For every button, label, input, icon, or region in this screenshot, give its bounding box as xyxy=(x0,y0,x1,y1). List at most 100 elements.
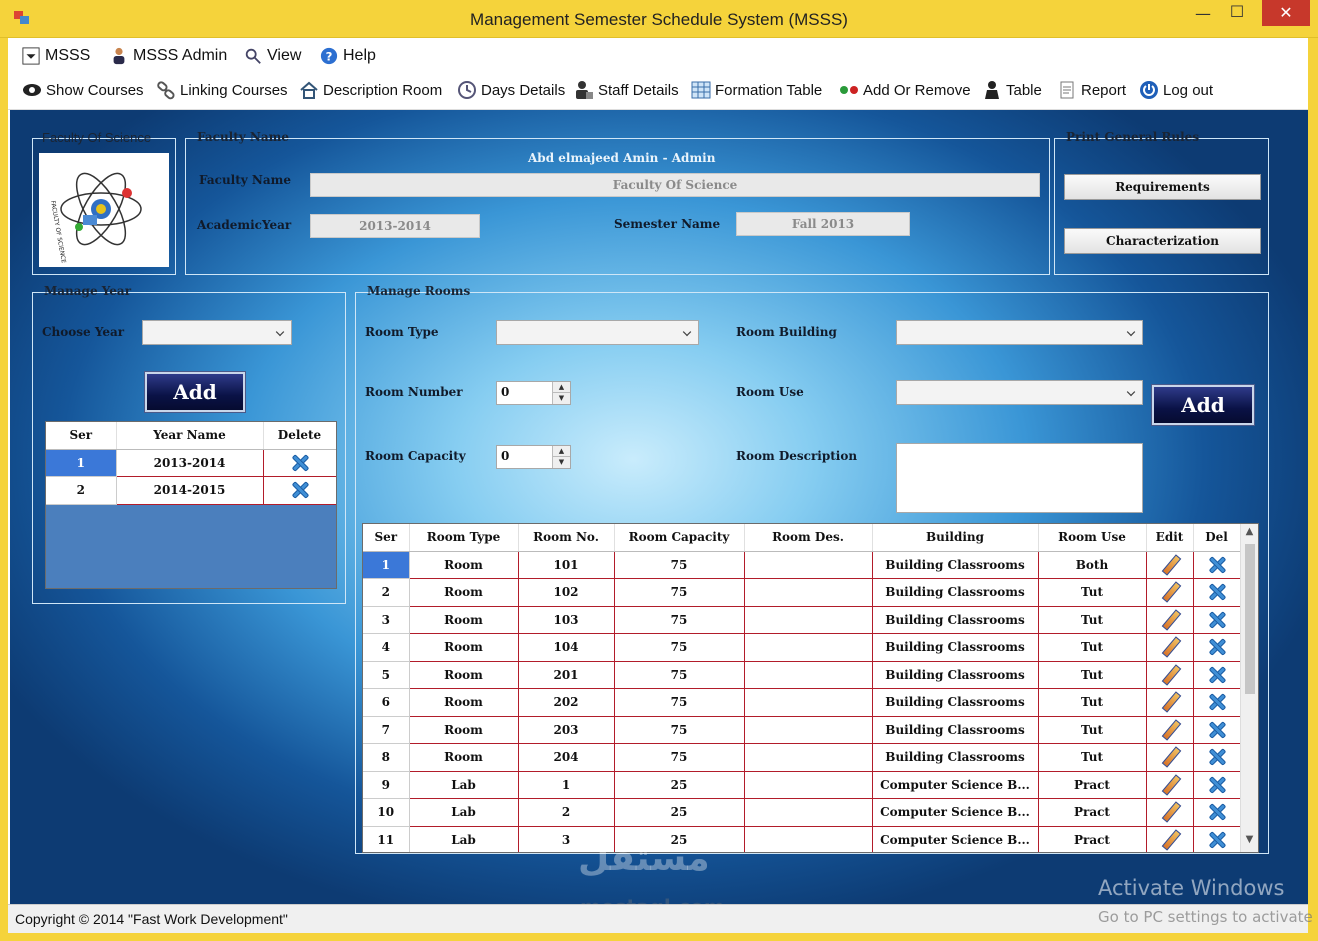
faculty-name-field[interactable]: Faculty Of Science xyxy=(310,173,1040,197)
table-row[interactable]: 1 Room 101 75 Building Classrooms Both xyxy=(363,551,1241,579)
maximize-button[interactable]: ☐ xyxy=(1214,2,1260,28)
scroll-thumb[interactable] xyxy=(1245,544,1255,694)
semester-name-field[interactable]: Fall 2013 xyxy=(736,212,910,236)
room-delete-cell[interactable] xyxy=(1193,798,1241,827)
delete-icon[interactable] xyxy=(290,453,310,473)
rooms-scrollbar[interactable]: ▲ ▼ xyxy=(1240,524,1258,852)
room-building-select[interactable] xyxy=(896,320,1143,345)
toolbar-add-or-remove[interactable]: Add Or Remove xyxy=(839,79,971,101)
room-delete-cell[interactable] xyxy=(1193,771,1241,799)
close-button[interactable]: ✕ xyxy=(1262,0,1310,26)
toolbar-days-details[interactable]: Days Details xyxy=(457,79,565,101)
delete-icon[interactable] xyxy=(1207,582,1227,602)
edit-pencil-icon[interactable] xyxy=(1160,665,1180,685)
room-delete-cell[interactable] xyxy=(1193,633,1241,662)
edit-pencil-icon[interactable] xyxy=(1160,582,1180,602)
room-description-input[interactable] xyxy=(896,443,1143,513)
year-delete-cell[interactable] xyxy=(263,476,336,505)
toolbar-table[interactable]: Table xyxy=(982,79,1042,101)
room-edit-cell[interactable] xyxy=(1146,716,1194,744)
table-row[interactable]: 2 Room 102 75 Building Classrooms Tut xyxy=(363,578,1241,607)
delete-icon[interactable] xyxy=(1207,637,1227,657)
scroll-down-icon[interactable]: ▼ xyxy=(1241,834,1258,850)
menu-msss[interactable]: MSSS xyxy=(22,44,90,68)
years-grid[interactable]: Ser Year Name Delete 1 2013-2014 2 2014-… xyxy=(45,421,337,589)
academic-year-field[interactable]: 2013-2014 xyxy=(310,214,480,238)
spin-down-icon[interactable]: ▼ xyxy=(553,393,570,404)
edit-pencil-icon[interactable] xyxy=(1160,775,1180,795)
room-edit-cell[interactable] xyxy=(1146,743,1194,772)
table-row[interactable]: 4 Room 104 75 Building Classrooms Tut xyxy=(363,633,1241,662)
table-row[interactable]: 6 Room 202 75 Building Classrooms Tut xyxy=(363,688,1241,717)
room-edit-cell[interactable] xyxy=(1146,826,1194,852)
delete-icon[interactable] xyxy=(1207,802,1227,822)
room-edit-cell[interactable] xyxy=(1146,798,1194,827)
delete-icon[interactable] xyxy=(1207,720,1227,740)
edit-pencil-icon[interactable] xyxy=(1160,555,1180,575)
edit-pencil-icon[interactable] xyxy=(1160,720,1180,740)
requirements-button[interactable]: Requirements xyxy=(1064,174,1261,200)
add-year-button[interactable]: Add xyxy=(145,372,245,412)
toolbar-staff-details[interactable]: Staff Details xyxy=(574,79,679,101)
add-room-button[interactable]: Add xyxy=(1152,385,1254,425)
delete-icon[interactable] xyxy=(1207,555,1227,575)
table-row[interactable]: 2 2014-2015 xyxy=(46,476,336,505)
room-delete-cell[interactable] xyxy=(1193,826,1241,852)
characterization-button[interactable]: Characterization xyxy=(1064,228,1261,254)
room-edit-cell[interactable] xyxy=(1146,551,1194,579)
delete-icon[interactable] xyxy=(1207,610,1227,630)
spin-down-icon[interactable]: ▼ xyxy=(553,457,570,468)
room-delete-cell[interactable] xyxy=(1193,578,1241,607)
room-delete-cell[interactable] xyxy=(1193,606,1241,634)
room-edit-cell[interactable] xyxy=(1146,633,1194,662)
edit-pencil-icon[interactable] xyxy=(1160,747,1180,767)
room-edit-cell[interactable] xyxy=(1146,661,1194,689)
table-row[interactable]: 5 Room 201 75 Building Classrooms Tut xyxy=(363,661,1241,689)
table-row[interactable]: 10 Lab 2 25 Computer Science B... Pract xyxy=(363,798,1241,827)
room-delete-cell[interactable] xyxy=(1193,688,1241,717)
table-row[interactable]: 1 2013-2014 xyxy=(46,449,336,477)
menu-view[interactable]: View xyxy=(244,44,301,68)
edit-pencil-icon[interactable] xyxy=(1160,802,1180,822)
spin-up-icon[interactable]: ▲ xyxy=(553,446,570,457)
choose-year-select[interactable] xyxy=(142,320,292,345)
room-capacity-stepper[interactable]: 0 ▲ ▼ xyxy=(496,445,571,469)
edit-pencil-icon[interactable] xyxy=(1160,610,1180,630)
edit-pencil-icon[interactable] xyxy=(1160,692,1180,712)
table-row[interactable]: 8 Room 204 75 Building Classrooms Tut xyxy=(363,743,1241,772)
delete-icon[interactable] xyxy=(290,480,310,500)
room-edit-cell[interactable] xyxy=(1146,771,1194,799)
table-row[interactable]: 9 Lab 1 25 Computer Science B... Pract xyxy=(363,771,1241,799)
room-delete-cell[interactable] xyxy=(1193,551,1241,579)
spin-up-icon[interactable]: ▲ xyxy=(553,382,570,393)
toolbar-linking-courses[interactable]: Linking Courses xyxy=(156,79,288,101)
room-edit-cell[interactable] xyxy=(1146,688,1194,717)
room-capacity-spin-buttons[interactable]: ▲ ▼ xyxy=(552,446,570,468)
delete-icon[interactable] xyxy=(1207,665,1227,685)
room-number-spin-buttons[interactable]: ▲ ▼ xyxy=(552,382,570,404)
rooms-grid[interactable]: Ser Room Type Room No. Room Capacity Roo… xyxy=(362,523,1259,853)
room-delete-cell[interactable] xyxy=(1193,716,1241,744)
room-type-select[interactable] xyxy=(496,320,699,345)
room-delete-cell[interactable] xyxy=(1193,661,1241,689)
toolbar-formation-table[interactable]: Formation Table xyxy=(691,79,822,101)
delete-icon[interactable] xyxy=(1207,775,1227,795)
edit-pencil-icon[interactable] xyxy=(1160,830,1180,850)
room-use-select[interactable] xyxy=(896,380,1143,405)
room-edit-cell[interactable] xyxy=(1146,578,1194,607)
toolbar-show-courses[interactable]: Show Courses xyxy=(22,79,144,101)
delete-icon[interactable] xyxy=(1207,692,1227,712)
toolbar-report[interactable]: Report xyxy=(1057,79,1126,101)
room-edit-cell[interactable] xyxy=(1146,606,1194,634)
room-delete-cell[interactable] xyxy=(1193,743,1241,772)
table-row[interactable]: 11 Lab 3 25 Computer Science B... Pract xyxy=(363,826,1241,852)
scroll-up-icon[interactable]: ▲ xyxy=(1241,526,1258,542)
table-row[interactable]: 3 Room 103 75 Building Classrooms Tut xyxy=(363,606,1241,634)
edit-pencil-icon[interactable] xyxy=(1160,637,1180,657)
room-number-stepper[interactable]: 0 ▲ ▼ xyxy=(496,381,571,405)
year-delete-cell[interactable] xyxy=(263,449,336,477)
menu-help[interactable]: ? Help xyxy=(320,44,376,68)
table-row[interactable]: 7 Room 203 75 Building Classrooms Tut xyxy=(363,716,1241,744)
delete-icon[interactable] xyxy=(1207,747,1227,767)
delete-icon[interactable] xyxy=(1207,830,1227,850)
